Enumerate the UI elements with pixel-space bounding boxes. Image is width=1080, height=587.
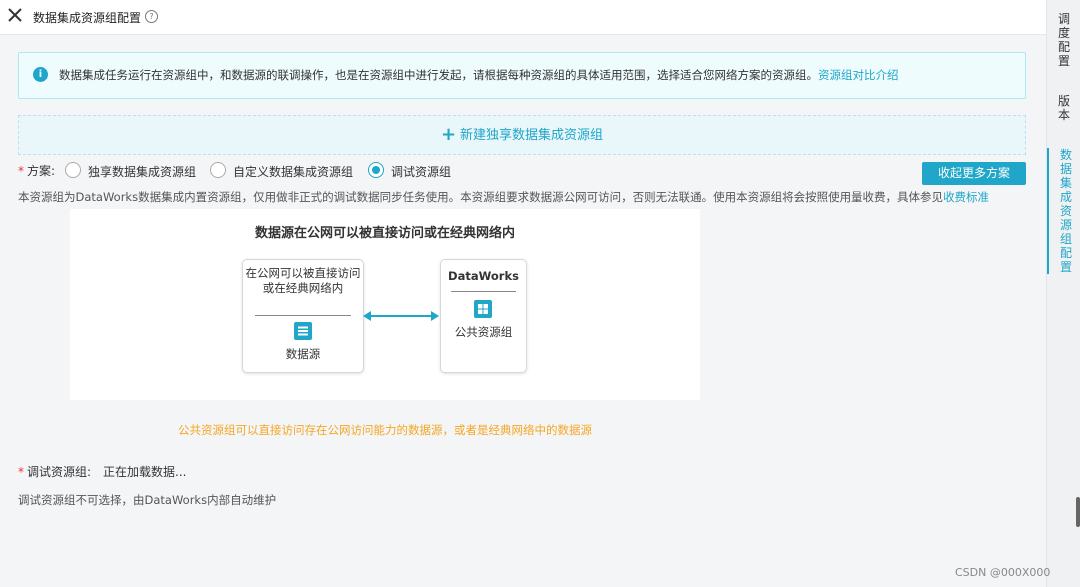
tab-char: 组 xyxy=(1059,232,1072,246)
datasource-card-text: 在公网可以被直接访问或在经典网络内 xyxy=(245,266,361,295)
info-icon: i xyxy=(33,67,48,82)
radio-label: 调试资源组 xyxy=(391,165,452,179)
network-diagram: 数据源在公网可以被直接访问或在经典网络内 在公网可以被直接访问或在经典网络内 数… xyxy=(70,209,700,400)
tab-char: 资 xyxy=(1059,204,1072,218)
plus-icon: + xyxy=(440,124,457,145)
resource-group-label: 调试资源组: xyxy=(27,465,92,479)
tab-integration-group-config[interactable]: 数据集成资源组配置 xyxy=(1047,148,1080,274)
info-text: 数据集成任务运行在资源组中，和数据源的联调操作，也是在资源组中进行发起，请根据每… xyxy=(59,67,899,83)
tab-char: 源 xyxy=(1059,218,1072,232)
datasource-label: 数据源 xyxy=(285,347,321,361)
resource-group-help: 调试资源组不可选择，由DataWorks内部自动维护 xyxy=(18,493,277,507)
tab-char: 配 xyxy=(1057,40,1070,54)
required-mark: * xyxy=(18,164,24,178)
info-message: 数据集成任务运行在资源组中，和数据源的联调操作，也是在资源组中进行发起，请根据每… xyxy=(59,68,818,82)
question-circle-icon[interactable]: ? xyxy=(145,10,158,23)
resource-group-row: * 调试资源组: 正在加载数据... xyxy=(18,463,187,480)
database-icon xyxy=(294,322,312,340)
radio-label: 独享数据集成资源组 xyxy=(88,165,197,179)
new-exclusive-group-button[interactable]: + 新建独享数据集成资源组 xyxy=(18,115,1026,155)
tab-char: 成 xyxy=(1059,190,1072,204)
diagram-title: 数据源在公网可以被直接访问或在经典网络内 xyxy=(254,226,515,241)
required-mark: * xyxy=(18,465,24,479)
tab-char: 据 xyxy=(1059,162,1072,176)
plan-label: * 方案: xyxy=(18,162,55,179)
tab-version[interactable]: 版本 xyxy=(1047,94,1080,122)
radio-circle-selected[interactable] xyxy=(368,162,384,178)
radio-circle[interactable] xyxy=(210,162,226,178)
public-group-label: 公共资源组 xyxy=(454,325,513,339)
tab-char: 度 xyxy=(1057,26,1070,40)
dataworks-title: DataWorks xyxy=(448,269,519,283)
new-group-label: 新建独享数据集成资源组 xyxy=(460,128,604,143)
page-title: 数据集成资源组配置 xyxy=(33,11,142,25)
close-icon[interactable] xyxy=(8,8,24,26)
tab-char: 置 xyxy=(1059,260,1072,274)
divider xyxy=(451,291,516,292)
plan-description: 本资源组为DataWorks数据集成内置资源组，仅用做非正式的调试数据同步任务使… xyxy=(18,189,989,205)
collapse-more-plans-button[interactable]: 收起更多方案 xyxy=(922,162,1026,185)
tab-char: 本 xyxy=(1057,108,1070,122)
dataworks-card: DataWorks 公共资源组 xyxy=(440,259,527,373)
grid-icon xyxy=(474,300,492,318)
radio-circle[interactable] xyxy=(65,162,81,178)
tab-char: 数 xyxy=(1059,148,1072,162)
diagram-note: 公共资源组可以直接访问存在公网访问能力的数据源，或者是经典网络中的数据源 xyxy=(178,423,592,437)
tab-char: 版 xyxy=(1057,94,1070,108)
tab-char: 调 xyxy=(1057,12,1070,26)
datasource-card: 在公网可以被直接访问或在经典网络内 数据源 xyxy=(242,259,364,373)
compare-link[interactable]: 资源组对比介绍 xyxy=(818,68,899,82)
right-sidebar: 调度配置 版本 数据集成资源组配置 xyxy=(1046,0,1080,587)
divider xyxy=(255,315,351,316)
watermark: CSDN @000X000 xyxy=(955,566,1051,579)
tab-schedule-config[interactable]: 调度配置 xyxy=(1047,12,1080,68)
main-panel: 数据集成资源组配置 ? i 数据集成任务运行在资源组中，和数据源的联调操作，也是… xyxy=(0,0,1046,587)
info-banner: i 数据集成任务运行在资源组中，和数据源的联调操作，也是在资源组中进行发起，请根… xyxy=(18,52,1026,99)
resource-group-value: 正在加载数据... xyxy=(103,465,187,479)
tab-char: 集 xyxy=(1059,176,1072,190)
tab-char: 置 xyxy=(1057,54,1070,68)
description-text: 本资源组为DataWorks数据集成内置资源组，仅用做非正式的调试数据同步任务使… xyxy=(18,190,944,204)
pricing-link[interactable]: 收费标准 xyxy=(943,190,989,204)
header: 数据集成资源组配置 ? xyxy=(0,0,1046,35)
plan-label-text: 方案: xyxy=(27,164,56,178)
bidirectional-arrow-icon xyxy=(363,311,439,321)
tab-char: 配 xyxy=(1059,246,1072,260)
radio-label: 自定义数据集成资源组 xyxy=(233,165,354,179)
scroll-handle[interactable] xyxy=(1076,497,1080,527)
